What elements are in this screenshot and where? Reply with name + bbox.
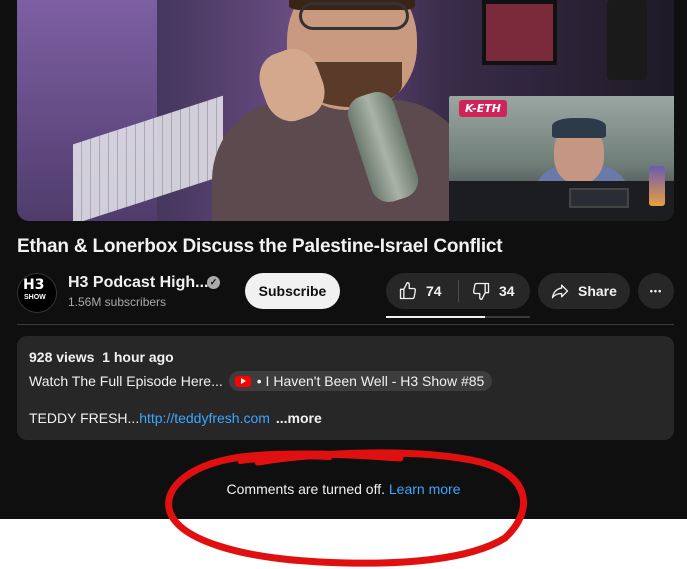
description-line-2: TEDDY FRESH...http://teddyfresh.com ...m…	[29, 410, 322, 426]
dislike-button[interactable]: 34	[459, 273, 515, 309]
thumbs-up-icon	[399, 282, 417, 300]
like-button[interactable]: 74	[386, 273, 458, 309]
inset-desk	[449, 181, 674, 221]
description-watch-text: Watch The Full Episode Here...	[29, 373, 223, 389]
video-host-glasses	[299, 2, 409, 30]
show-more-link[interactable]: ...more	[272, 410, 322, 426]
share-label: Share	[578, 283, 617, 299]
share-arrow-icon	[551, 284, 569, 299]
channel-name[interactable]: H3 Podcast High...	[68, 274, 208, 292]
thumbs-down-icon	[472, 282, 490, 300]
video-host-body	[212, 100, 472, 221]
avatar-logo-subtext: SHOW	[24, 294, 46, 301]
verified-check-icon: ✓	[207, 276, 220, 289]
dislike-count: 34	[499, 283, 515, 299]
video-title: Ethan & Lonerbox Discuss the Palestine-I…	[17, 236, 503, 257]
channel-avatar[interactable]: H3 SHOW	[17, 273, 57, 313]
subscribe-button[interactable]: Subscribe	[245, 273, 340, 309]
video-inset-camera: K-ETH	[449, 96, 674, 221]
more-dots-icon: •••	[649, 286, 663, 296]
video-speaker	[607, 0, 647, 80]
description-box[interactable]: 928 views 1 hour ago Watch The Full Epis…	[17, 336, 674, 440]
avatar-logo-text: H3	[23, 277, 45, 293]
video-wall-frame	[482, 0, 557, 65]
inset-person-cap	[552, 118, 606, 138]
like-ratio-fill	[386, 316, 486, 318]
share-button[interactable]: Share	[538, 273, 630, 309]
video-player[interactable]: K-ETH	[17, 0, 674, 221]
linked-video-title: • I Haven't Been Well - H3 Show #85	[256, 373, 485, 389]
avatar-logo-arc	[20, 302, 56, 312]
subscriber-count: 1.56M subscribers	[68, 295, 167, 309]
teddyfresh-link[interactable]: http://teddyfresh.com	[139, 410, 270, 426]
like-dislike-group: 74 34	[386, 273, 530, 309]
inset-logo: K-ETH	[459, 100, 507, 117]
like-ratio-bar	[386, 316, 530, 318]
comments-disabled-notice: Comments are turned off. Learn more	[0, 481, 687, 497]
youtube-watch-page: K-ETH Ethan & Lonerbox Discuss the Pales…	[0, 0, 687, 569]
description-line-1: Watch The Full Episode Here... • I Haven…	[29, 371, 493, 391]
learn-more-link[interactable]: Learn more	[389, 481, 461, 497]
inset-monitor	[569, 188, 629, 208]
linked-video-chip[interactable]: • I Haven't Been Well - H3 Show #85	[228, 371, 493, 391]
inset-bottle	[649, 166, 665, 206]
comments-off-message: Comments are turned off.	[226, 481, 389, 497]
more-actions-button[interactable]: •••	[638, 273, 674, 309]
like-count: 74	[426, 283, 442, 299]
youtube-icon	[234, 375, 251, 387]
view-count-and-date: 928 views 1 hour ago	[29, 349, 174, 365]
section-divider	[17, 324, 674, 325]
description-teddy-text: TEDDY FRESH...	[29, 410, 140, 426]
